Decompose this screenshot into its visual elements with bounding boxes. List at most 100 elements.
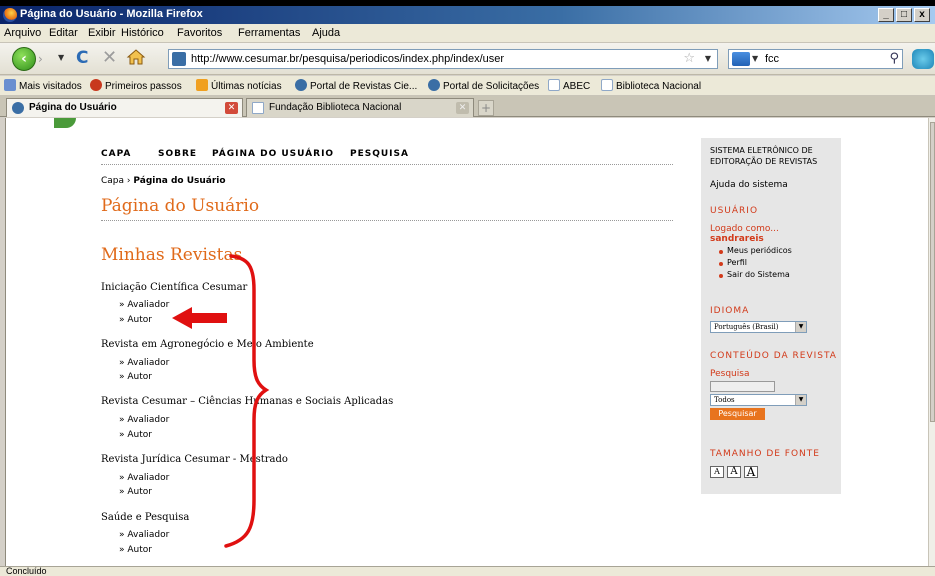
url-dropdown-icon[interactable]: ▼ xyxy=(705,54,711,63)
vertical-scrollbar[interactable] xyxy=(928,118,935,566)
url-bar[interactable]: http://www.cesumar.br/pesquisa/periodico… xyxy=(168,49,718,69)
rss-feed-icon xyxy=(196,79,208,91)
browser-window: Página do Usuário - Mozilla Firefox _ □ … xyxy=(0,6,935,576)
bookmark-item[interactable]: Mais visitados xyxy=(4,79,82,92)
new-tab-icon[interactable]: + xyxy=(478,100,494,116)
font-size-heading: TAMANHO DE FONTE xyxy=(710,449,820,459)
journal-content-heading: CONTEÚDO DA REVISTA xyxy=(710,351,837,361)
user-heading: USUÁRIO xyxy=(710,206,759,216)
language-select[interactable]: Português (Brasil) ▼ xyxy=(710,321,807,333)
menu-ajuda[interactable]: Ajuda xyxy=(312,27,340,39)
tab-page-icon xyxy=(252,102,264,114)
breadcrumb-home-link[interactable]: Capa xyxy=(101,176,124,186)
tab-label: Página do Usuário xyxy=(29,102,117,113)
search-scope-select[interactable]: Todos ▼ xyxy=(710,394,807,406)
nav-pagina-do-usuario[interactable]: PÁGINA DO USUÁRIO xyxy=(212,149,334,159)
stop-icon[interactable]: ✕ xyxy=(102,47,117,68)
language-heading: IDIOMA xyxy=(710,306,750,316)
url-text[interactable]: http://www.cesumar.br/pesquisa/periodico… xyxy=(191,53,504,65)
font-size-small-button[interactable]: A xyxy=(710,466,724,478)
skype-icon[interactable] xyxy=(912,49,934,69)
role-link-autor[interactable]: » Autor xyxy=(119,372,152,382)
bookmark-item[interactable]: Portal de Revistas Cie... xyxy=(295,79,417,92)
role-link-avaliador[interactable]: » Avaliador xyxy=(119,300,169,310)
logged-as-label: Logado como... xyxy=(710,224,779,234)
maximize-button[interactable]: □ xyxy=(896,8,912,22)
sidebar-search-input[interactable] xyxy=(710,381,775,392)
role-link-autor[interactable]: » Autor xyxy=(119,315,152,325)
chevron-down-icon[interactable]: ▼ xyxy=(795,322,806,332)
menu-exibir[interactable]: Exibir xyxy=(88,27,116,39)
role-link-autor[interactable]: » Autor xyxy=(119,487,152,497)
bullet-icon xyxy=(719,250,723,254)
site-globe-icon xyxy=(428,79,440,91)
search-bar[interactable]: ▼ fcc ⚲ xyxy=(728,49,903,69)
system-name-line: EDITORAÇÃO DE REVISTAS xyxy=(710,157,818,166)
font-size-large-button[interactable]: A xyxy=(744,466,758,478)
username: sandrareis xyxy=(710,234,764,244)
search-button[interactable]: Pesquisar xyxy=(710,408,765,420)
search-engine-icon[interactable] xyxy=(732,52,750,66)
tab-pagina-do-usuario[interactable]: Página do Usuário ✕ xyxy=(6,98,243,117)
bookmarks-bar: Mais visitados Primeiros passos Últimas … xyxy=(0,76,935,96)
site-globe-icon xyxy=(295,79,307,91)
menu-historico[interactable]: Histórico xyxy=(121,27,164,39)
page-content: CAPA SOBRE PÁGINA DO USUÁRIO PESQUISA Ca… xyxy=(5,118,928,566)
font-size-medium-button[interactable]: A xyxy=(727,466,741,478)
reload-icon[interactable]: C xyxy=(76,48,88,68)
tab-fundacao-biblioteca-nacional[interactable]: Fundação Biblioteca Nacional ✕ xyxy=(246,98,474,117)
bullet-icon xyxy=(719,262,723,266)
back-arrow-icon[interactable]: ‹ xyxy=(12,47,36,71)
page-icon xyxy=(548,79,560,91)
role-link-autor[interactable]: » Autor xyxy=(119,545,152,555)
bookmark-item[interactable]: Primeiros passos xyxy=(90,79,182,92)
menu-editar[interactable]: Editar xyxy=(49,27,78,39)
search-input[interactable]: fcc xyxy=(765,53,779,65)
journal-title: Iniciação Científica Cesumar xyxy=(101,282,248,293)
role-link-avaliador[interactable]: » Avaliador xyxy=(119,530,169,540)
menu-ferramentas[interactable]: Ferramentas xyxy=(238,27,300,39)
tab-label: Fundação Biblioteca Nacional xyxy=(269,102,402,113)
title-bar: Página do Usuário - Mozilla Firefox _ □ … xyxy=(0,6,935,24)
bookmark-item[interactable]: Portal de Solicitações xyxy=(428,79,539,92)
role-link-avaliador[interactable]: » Avaliador xyxy=(119,473,169,483)
close-tab-icon[interactable]: ✕ xyxy=(456,102,469,114)
home-icon[interactable] xyxy=(126,47,146,67)
scrollbar-thumb[interactable] xyxy=(930,122,935,422)
menu-arquivo[interactable]: Arquivo xyxy=(4,27,41,39)
bookmark-item[interactable]: Últimas notícias xyxy=(196,79,282,92)
menu-favoritos[interactable]: Favoritos xyxy=(177,27,222,39)
role-link-autor[interactable]: » Autor xyxy=(119,430,152,440)
close-window-button[interactable]: x xyxy=(914,8,930,22)
nav-sobre[interactable]: SOBRE xyxy=(158,149,197,159)
page-title: Página do Usuário xyxy=(101,196,260,216)
sidebar-link-sair[interactable]: Sair do Sistema xyxy=(727,270,790,279)
search-icon[interactable]: ⚲ xyxy=(889,51,899,66)
close-tab-icon[interactable]: ✕ xyxy=(225,102,238,114)
history-dropdown-icon[interactable]: ▼ xyxy=(58,53,64,62)
tab-bar: Página do Usuário ✕ Fundação Biblioteca … xyxy=(0,96,935,117)
tab-favicon-icon xyxy=(12,102,24,114)
section-title: Minhas Revistas xyxy=(101,245,243,265)
role-link-avaliador[interactable]: » Avaliador xyxy=(119,358,169,368)
role-link-avaliador[interactable]: » Avaliador xyxy=(119,415,169,425)
sidebar-link-perfil[interactable]: Perfil xyxy=(727,258,747,267)
bookmark-item[interactable]: ABEC xyxy=(548,79,590,92)
chevron-down-icon[interactable]: ▼ xyxy=(795,395,806,405)
nav-capa[interactable]: CAPA xyxy=(101,149,131,159)
journal-title: Saúde e Pesquisa xyxy=(101,512,190,523)
bookmark-item[interactable]: Biblioteca Nacional xyxy=(601,79,701,92)
journal-title: Revista em Agronegócio e Meio Ambiente xyxy=(101,339,314,350)
site-identity-icon[interactable] xyxy=(172,52,186,66)
divider xyxy=(101,220,673,221)
forward-arrow-icon[interactable]: › xyxy=(38,51,56,67)
search-engine-dropdown-icon[interactable]: ▼ xyxy=(752,54,758,63)
nav-pesquisa[interactable]: PESQUISA xyxy=(350,149,409,159)
minimize-button[interactable]: _ xyxy=(878,8,894,22)
bookmark-star-icon[interactable]: ☆ xyxy=(683,51,695,66)
sidebar-link-meus-periodicos[interactable]: Meus periódicos xyxy=(727,246,792,255)
header-leaf-decoration xyxy=(54,118,76,128)
sidebar: SISTEMA ELETRÔNICO DE EDITORAÇÃO DE REVI… xyxy=(701,138,841,494)
journal-title: Revista Cesumar – Ciências Humanas e Soc… xyxy=(101,396,394,407)
help-link[interactable]: Ajuda do sistema xyxy=(710,180,788,190)
